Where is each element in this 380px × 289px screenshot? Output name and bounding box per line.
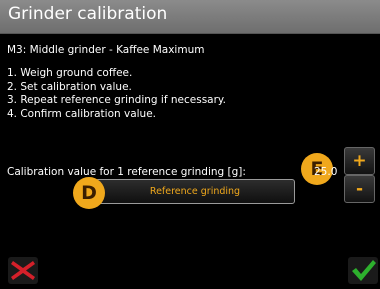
instruction-step: 4. Confirm calibration value. — [7, 107, 157, 120]
cross-icon — [8, 257, 38, 284]
cancel-button[interactable] — [8, 257, 38, 284]
confirm-button[interactable] — [348, 257, 378, 284]
instruction-step: 1. Weigh ground coffee. — [7, 67, 133, 79]
title-bar: Grinder calibration — [0, 0, 380, 34]
check-icon — [348, 257, 378, 284]
calibration-value: 25.0 — [314, 166, 338, 178]
callout-badge-d: D — [73, 177, 105, 209]
decrease-button[interactable]: - — [344, 175, 375, 203]
reference-grinding-button[interactable]: Reference grinding — [95, 179, 295, 204]
increase-button[interactable]: + — [344, 147, 375, 175]
page-title: Grinder calibration — [8, 4, 168, 24]
grinder-subtitle: M3: Middle grinder - Kaffee Maximum — [7, 44, 205, 56]
instruction-step: 3. Repeat reference grinding if necessar… — [7, 94, 226, 106]
instruction-list: 1. Weigh ground coffee. 2. Set calibrati… — [7, 67, 226, 121]
instruction-step: 2. Set calibration value. — [7, 80, 132, 93]
calibration-label: Calibration value for 1 reference grindi… — [7, 166, 246, 178]
